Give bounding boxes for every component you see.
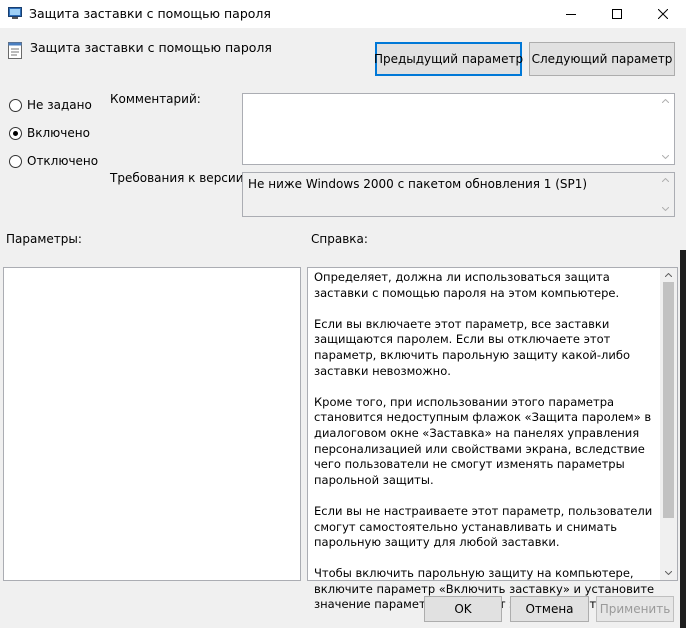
- background-window-edge: [680, 250, 686, 628]
- scroll-down-icon[interactable]: [657, 150, 674, 164]
- supported-on-label: Требования к версии:: [110, 171, 248, 185]
- supported-on-scrollbar[interactable]: [657, 173, 674, 216]
- scroll-up-icon[interactable]: [657, 94, 674, 108]
- cancel-button[interactable]: Отмена: [510, 596, 589, 622]
- scroll-down-icon[interactable]: [660, 566, 677, 580]
- scroll-up-icon[interactable]: [660, 268, 677, 282]
- radio-icon: [9, 126, 22, 140]
- radio-label: Не задано: [27, 98, 92, 112]
- help-paragraph: Если вы не настраиваете этот параметр, п…: [314, 503, 653, 550]
- radio-label: Включено: [27, 126, 90, 140]
- help-paragraph: Если вы включаете этот параметр, все зас…: [314, 316, 630, 378]
- comment-label: Комментарий:: [110, 92, 201, 106]
- app-icon: [8, 7, 22, 19]
- options-label: Параметры:: [6, 232, 82, 246]
- radio-not-configured[interactable]: Не задано: [9, 97, 92, 113]
- radio-enabled[interactable]: Включено: [9, 125, 90, 141]
- options-panel: [3, 267, 301, 581]
- maximize-icon: [612, 9, 622, 19]
- close-button[interactable]: [640, 0, 686, 28]
- close-icon: [658, 9, 668, 19]
- help-text: Определяет, должна ли использоваться защ…: [314, 270, 657, 628]
- title-bar[interactable]: Защита заставки с помощью пароля: [0, 0, 686, 28]
- previous-setting-button[interactable]: Предыдущий параметр: [374, 42, 523, 76]
- next-setting-button[interactable]: Следующий параметр: [529, 42, 675, 76]
- maximize-button[interactable]: [594, 0, 640, 28]
- help-panel[interactable]: Определяет, должна ли использоваться защ…: [307, 267, 678, 611]
- minimize-button[interactable]: [548, 0, 594, 28]
- ok-button[interactable]: OK: [424, 596, 502, 622]
- radio-label: Отключено: [27, 154, 99, 168]
- help-paragraph: Кроме того, при использовании этого пара…: [314, 394, 652, 487]
- radio-selected-dot: [13, 130, 18, 136]
- scroll-up-icon[interactable]: [657, 173, 674, 187]
- comment-field[interactable]: [242, 93, 675, 165]
- scroll-down-icon[interactable]: [657, 202, 674, 216]
- help-paragraph: Определяет, должна ли использоваться защ…: [314, 270, 620, 300]
- scroll-thumb[interactable]: [663, 282, 674, 518]
- radio-disabled[interactable]: Отключено: [9, 153, 98, 169]
- help-label: Справка:: [311, 232, 368, 246]
- supported-on-field: Не ниже Windows 2000 с пакетом обновлени…: [242, 172, 675, 217]
- policy-name: Защита заставки с помощью пароля: [30, 40, 272, 55]
- minimize-icon: [566, 14, 576, 15]
- supported-on-value: Не ниже Windows 2000 с пакетом обновлени…: [248, 177, 588, 191]
- radio-icon: [9, 154, 22, 168]
- window-title: Защита заставки с помощью пароля: [29, 6, 271, 21]
- policy-icon: [8, 42, 22, 59]
- radio-icon: [9, 98, 22, 112]
- help-scrollbar[interactable]: [660, 268, 677, 580]
- comment-scrollbar[interactable]: [657, 94, 674, 164]
- apply-button[interactable]: Применить: [596, 596, 674, 622]
